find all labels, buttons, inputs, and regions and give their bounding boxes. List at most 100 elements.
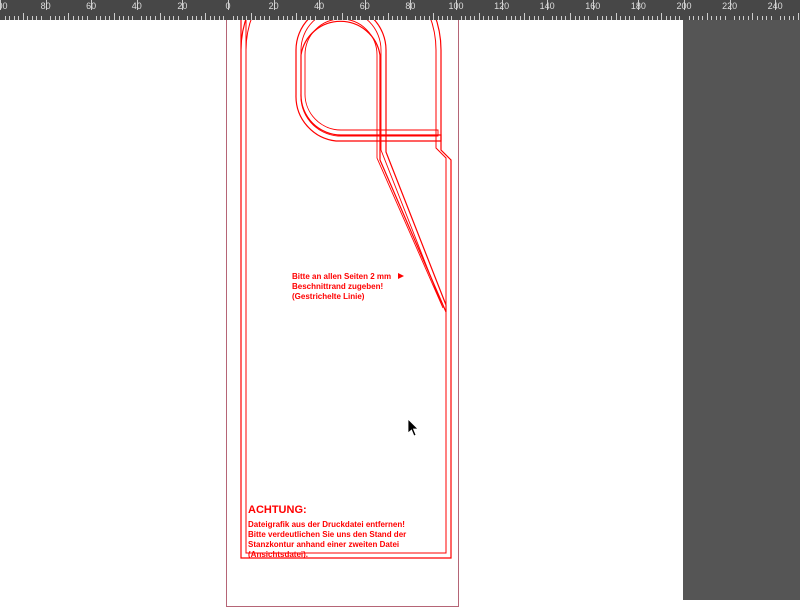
ruler-tick xyxy=(789,16,790,20)
ruler-tick xyxy=(78,16,79,20)
ruler-tick xyxy=(5,16,6,20)
ruler-tick xyxy=(748,16,749,20)
ruler-tick xyxy=(424,16,425,20)
ruler-tick xyxy=(328,16,329,20)
ruler-tick xyxy=(223,16,224,20)
ruler-tick xyxy=(538,16,539,20)
ruler-tick xyxy=(87,16,88,20)
ruler-tick xyxy=(264,16,265,20)
ruler-tick xyxy=(315,16,316,20)
ruler-tick xyxy=(670,16,671,20)
ruler-tick xyxy=(720,16,721,20)
ruler-label: 60 xyxy=(360,1,370,11)
ruler-tick xyxy=(497,16,498,20)
ruler-tick xyxy=(18,16,19,20)
ruler-tick xyxy=(657,16,658,20)
ruler-tick xyxy=(178,16,179,20)
ruler-tick xyxy=(160,13,161,20)
ruler-tick xyxy=(625,16,626,20)
ruler-tick xyxy=(442,16,443,20)
ruler-tick xyxy=(693,16,694,20)
ruler-tick xyxy=(561,16,562,20)
ruler-tick xyxy=(616,13,617,20)
ruler-label: 60 xyxy=(86,1,96,11)
bleed-instruction-note: Bitte an allen Seiten 2 mm Beschnittrand… xyxy=(292,272,442,302)
note-line: Stanzkontur anhand einer zweiten Datei xyxy=(248,540,399,549)
ruler-tick xyxy=(388,13,389,20)
ruler-tick xyxy=(347,16,348,20)
ruler-tick xyxy=(451,16,452,20)
ruler-tick xyxy=(310,16,311,20)
ruler-tick xyxy=(597,16,598,20)
ruler-tick xyxy=(251,13,252,20)
ruler-tick xyxy=(675,16,676,20)
note-line: Bitte an allen Seiten 2 mm xyxy=(292,272,391,281)
ruler-tick xyxy=(169,16,170,20)
ruler-label: 40 xyxy=(314,1,324,11)
note-line: (Gestrichelte Linie) xyxy=(292,292,364,301)
ruler-tick xyxy=(406,16,407,20)
ruler-tick xyxy=(698,16,699,20)
ruler-tick xyxy=(337,16,338,20)
ruler-tick xyxy=(743,16,744,20)
ruler-tick xyxy=(771,16,772,20)
ruler-label: 80 xyxy=(405,1,415,11)
ruler-tick xyxy=(438,16,439,20)
ruler-tick xyxy=(64,16,65,20)
ruler-tick xyxy=(237,16,238,20)
ruler-label: 220 xyxy=(722,1,737,11)
ruler-tick xyxy=(32,16,33,20)
ruler-tick xyxy=(461,16,462,20)
note-line: Dateigrafik aus der Druckdatei entfernen… xyxy=(248,520,405,529)
ruler-tick xyxy=(123,16,124,20)
ruler-tick xyxy=(214,16,215,20)
ruler-tick xyxy=(766,16,767,20)
ruler-tick xyxy=(661,13,662,20)
ruler-label: 20 xyxy=(177,1,187,11)
ruler-tick xyxy=(96,16,97,20)
ruler-tick xyxy=(360,16,361,20)
note-line: Bitte verdeutlichen Sie uns den Stand de… xyxy=(248,530,406,539)
ruler-tick xyxy=(579,16,580,20)
ruler-tick xyxy=(155,16,156,20)
ruler-tick xyxy=(780,16,781,20)
ruler-tick xyxy=(378,16,379,20)
ruler-tick xyxy=(114,13,115,20)
ruler-tick xyxy=(429,16,430,20)
horizontal-ruler[interactable]: 1008060402002040608010012014016018020022… xyxy=(0,0,800,20)
ruler-tick xyxy=(511,16,512,20)
ruler-tick xyxy=(739,16,740,20)
ruler-label: 20 xyxy=(269,1,279,11)
ruler-tick xyxy=(762,16,763,20)
ruler-tick xyxy=(255,16,256,20)
ruler-tick xyxy=(287,16,288,20)
note-line: Beschnittrand zugeben! xyxy=(292,282,383,291)
ruler-tick xyxy=(793,16,794,20)
ruler-tick xyxy=(141,16,142,20)
ruler-tick xyxy=(506,16,507,20)
ruler-tick xyxy=(150,16,151,20)
ruler-tick xyxy=(534,16,535,20)
ruler-tick xyxy=(292,16,293,20)
ruler-tick xyxy=(55,16,56,20)
warning-note: ACHTUNG: Dateigrafik aus der Druckdatei … xyxy=(248,504,438,560)
ruler-tick xyxy=(611,16,612,20)
ruler-tick xyxy=(369,16,370,20)
ruler-tick xyxy=(515,16,516,20)
pasteboard[interactable]: Bitte an allen Seiten 2 mm Beschnittrand… xyxy=(0,20,800,600)
ruler-label: 80 xyxy=(41,1,51,11)
ruler-label: 140 xyxy=(540,1,555,11)
ruler-tick xyxy=(470,16,471,20)
ruler-tick xyxy=(397,16,398,20)
ruler-tick xyxy=(707,13,708,20)
ruler-tick xyxy=(565,16,566,20)
ruler-tick xyxy=(100,16,101,20)
ruler-tick xyxy=(447,16,448,20)
ruler-tick xyxy=(798,13,799,20)
ruler-label: 120 xyxy=(494,1,509,11)
ruler-tick xyxy=(59,16,60,20)
ruler-label: 180 xyxy=(631,1,646,11)
ruler-tick xyxy=(570,13,571,20)
ruler-tick xyxy=(529,16,530,20)
ruler-label: 100 xyxy=(448,1,463,11)
